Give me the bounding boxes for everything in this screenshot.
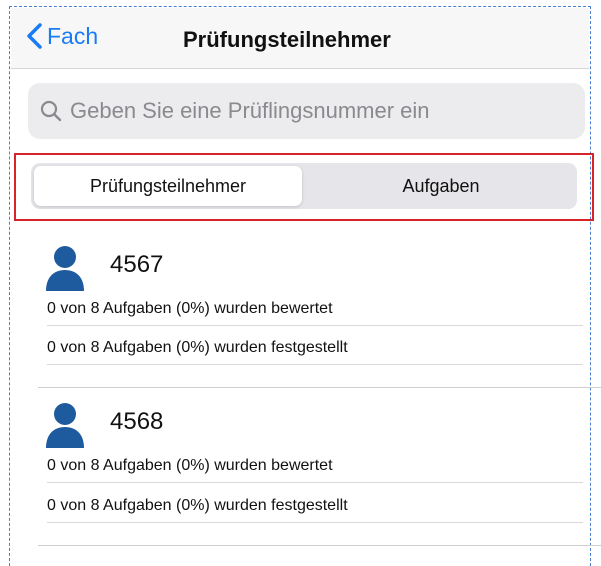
participant-rated-status: 0 von 8 Aufgaben (0%) wurden bewertet — [47, 457, 333, 474]
search-input[interactable] — [68, 97, 552, 125]
person-icon — [46, 403, 84, 448]
segment-pruefungsteilnehmer[interactable]: Prüfungsteilnehmer — [34, 166, 302, 206]
back-button[interactable]: Fach — [25, 20, 98, 52]
segment-aufgaben[interactable]: Aufgaben — [307, 166, 575, 206]
participant-header: 4567 — [44, 245, 163, 291]
person-icon — [46, 246, 84, 291]
participant-rated-status: 0 von 8 Aufgaben (0%) wurden bewertet — [47, 300, 333, 317]
row-separator — [47, 482, 583, 483]
page-title: Prüfungsteilnehmer — [183, 27, 391, 52]
search-bar[interactable] — [28, 83, 585, 139]
participant-number: 4567 — [110, 251, 164, 278]
back-label: Fach — [47, 22, 99, 49]
participant-fixed-status: 0 von 8 Aufgaben (0%) wurden festgestell… — [47, 339, 348, 356]
navigation-bar: Fach Prüfungsteilnehmer — [11, 8, 589, 69]
participant-fixed-status: 0 von 8 Aufgaben (0%) wurden festgestell… — [47, 497, 348, 514]
participant-number: 4568 — [110, 408, 164, 435]
segment-highlight-box: Prüfungsteilnehmer Aufgaben — [14, 153, 594, 221]
row-separator — [47, 364, 583, 365]
chevron-left-icon — [27, 23, 42, 49]
segmented-control: Prüfungsteilnehmer Aufgaben — [31, 163, 577, 209]
participant-divider — [38, 387, 601, 388]
row-separator — [47, 522, 583, 523]
participant-header: 4568 — [44, 402, 163, 448]
search-icon — [40, 100, 62, 122]
participant-divider — [38, 545, 601, 546]
row-separator — [47, 325, 583, 326]
